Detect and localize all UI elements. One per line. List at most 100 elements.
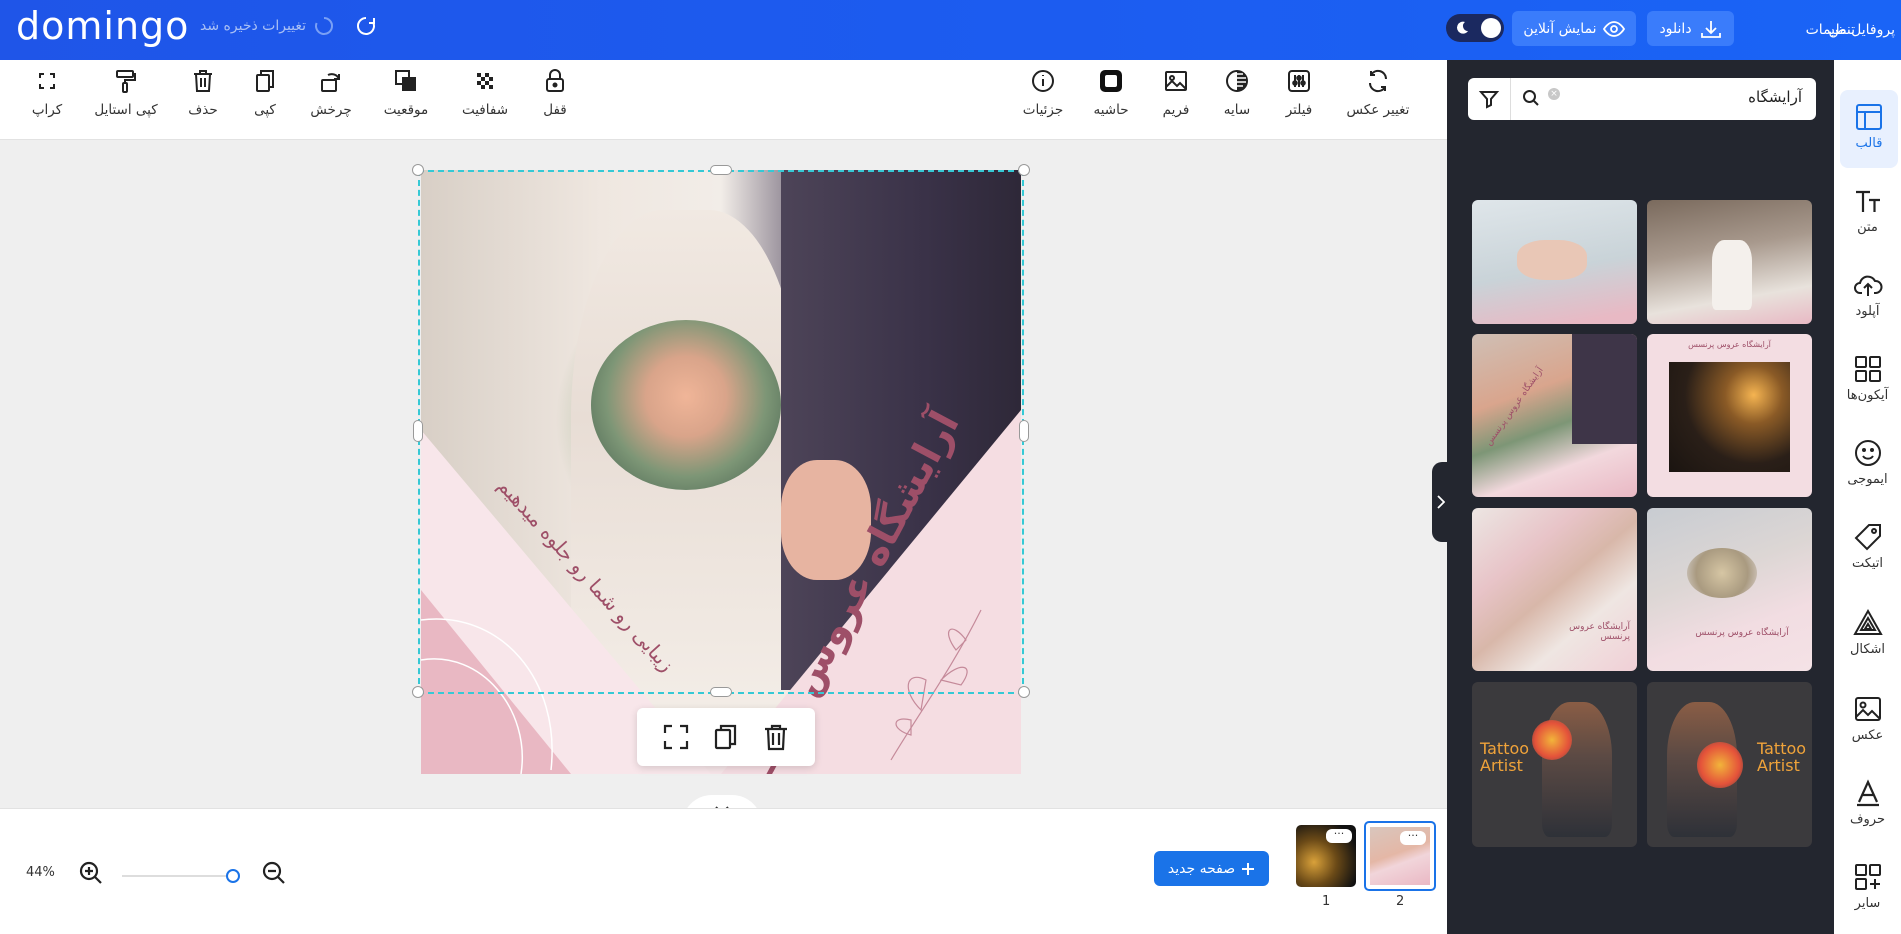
resize-handle-left[interactable]: [413, 420, 423, 442]
copy-icon[interactable]: [711, 722, 741, 752]
template-card[interactable]: آرایشگاه عروس پرنسس: [1647, 334, 1812, 497]
more-icon[interactable]: ···: [1400, 830, 1426, 845]
template-title: آرایشگاه عروس پرنسس: [1695, 628, 1789, 638]
search-divider: [1510, 78, 1511, 120]
tool-label: فریم: [1162, 102, 1190, 118]
sidebar-item-shapes[interactable]: اشکال: [1834, 608, 1901, 657]
redo-icon[interactable]: [354, 14, 378, 38]
plus-icon: [1242, 862, 1255, 875]
download-label: دانلود: [1659, 20, 1692, 37]
template-icon: [1856, 104, 1882, 130]
theme-toggle[interactable]: [1446, 14, 1504, 42]
paint-roller-icon: [116, 70, 136, 93]
template-title: Tattoo Artist: [1757, 739, 1807, 775]
moon-icon: [1457, 21, 1468, 34]
template-card[interactable]: Tattoo Artist: [1647, 682, 1812, 847]
resize-handle-bl[interactable]: [412, 686, 424, 698]
template-card[interactable]: آرایشگاه عروس پرنسس: [1472, 508, 1637, 671]
sidebar-item-upload[interactable]: آپلود: [1834, 270, 1901, 319]
template-card[interactable]: [1472, 200, 1637, 324]
search-icon[interactable]: [1522, 89, 1540, 107]
more-icon[interactable]: ···: [1326, 828, 1352, 843]
sidebar-item-templates[interactable]: قالب: [1840, 90, 1898, 168]
sync-icon: [315, 17, 333, 35]
crop-icon[interactable]: [661, 722, 691, 752]
logo[interactable]: domingo: [16, 4, 189, 48]
letter-a-icon: [1856, 779, 1879, 807]
sidebar-item-label: آپلود: [1855, 304, 1880, 319]
resize-handle-bottom[interactable]: [710, 687, 732, 697]
tool-label: کپی استایل: [94, 102, 158, 118]
panel-toggle[interactable]: [1432, 462, 1450, 542]
zoom-slider-knob[interactable]: [226, 869, 240, 883]
photo-icon: [1854, 697, 1881, 721]
template-title: Tattoo Artist: [1480, 739, 1530, 775]
tool-opacity[interactable]: شفافیت: [445, 68, 525, 118]
tool-rotate[interactable]: چرخش: [291, 68, 371, 118]
tool-label: چرخش: [310, 102, 352, 118]
contrast-icon: [1226, 70, 1248, 92]
sidebar-item-fonts[interactable]: حروف: [1834, 778, 1901, 827]
grid-icon: [1854, 356, 1881, 382]
template-title: آرایشگاه عروس پرنسس: [1688, 340, 1771, 349]
tool-label: کراپ: [31, 102, 63, 118]
template-card[interactable]: Tattoo Artist: [1472, 682, 1637, 847]
sidebar-item-label: حروف: [1850, 812, 1885, 827]
layers-icon: [395, 70, 416, 91]
filter-icon[interactable]: [1478, 88, 1500, 110]
sidebar-item-text[interactable]: متن: [1834, 186, 1901, 235]
tool-label: کپی: [254, 102, 276, 118]
preview-online-button[interactable]: نمایش آنلاین: [1512, 11, 1636, 46]
tool-filter[interactable]: فیلتر: [1259, 68, 1339, 118]
shapes-icon: [1852, 608, 1883, 635]
tool-label: قفل: [543, 102, 567, 118]
template-card[interactable]: آرایشگاه عروس پرنسس: [1647, 508, 1812, 671]
tool-label: حاشیه: [1093, 102, 1129, 118]
sidebar-item-stickers[interactable]: اتیکت: [1834, 522, 1901, 571]
resize-handle-tr[interactable]: [1018, 164, 1030, 176]
sidebar-item-more[interactable]: سایر: [1834, 862, 1901, 911]
rings-illustration: [1687, 548, 1757, 598]
tool-copy-style[interactable]: کپی استایل: [86, 68, 166, 118]
tool-crop[interactable]: کراپ: [7, 68, 87, 118]
resize-handle-br[interactable]: [1018, 686, 1030, 698]
template-card[interactable]: آرایشگاه عروس پرنسس: [1472, 334, 1637, 497]
zoom-in-icon[interactable]: [78, 860, 104, 886]
new-page-button[interactable]: صفحه جدید: [1154, 851, 1269, 886]
template-card[interactable]: [1647, 200, 1812, 324]
template-search[interactable]: آرایشگاه ×: [1468, 78, 1816, 120]
checkerboard-icon: [477, 73, 493, 89]
zoom-slider-track[interactable]: [122, 875, 234, 877]
tool-lock[interactable]: قفل: [515, 68, 595, 118]
toolbar: کراپ کپی استایل حذف کپی چرخش موقعیت شفاف…: [0, 60, 1447, 140]
sidebar-item-icons[interactable]: آیکون‌ها: [1834, 354, 1901, 403]
zoom-out-icon[interactable]: [261, 860, 287, 886]
clear-search-icon[interactable]: ×: [1548, 88, 1560, 100]
trash-icon[interactable]: [761, 722, 791, 752]
sidebar-item-emoji[interactable]: ایموجی: [1834, 438, 1901, 487]
nav-profile[interactable]: پروفایل من: [1829, 22, 1895, 38]
sidebar-item-label: سایر: [1854, 896, 1881, 911]
page-thumbnail-2[interactable]: ···: [1364, 821, 1436, 891]
resize-handle-top[interactable]: [710, 165, 732, 175]
resize-handle-tl[interactable]: [412, 164, 424, 176]
sidebar-item-label: قالب: [1855, 136, 1883, 151]
resize-handle-right[interactable]: [1019, 420, 1029, 442]
upload-cloud-icon: [1853, 275, 1882, 296]
search-query[interactable]: آرایشگاه: [1748, 88, 1802, 106]
sidebar-item-photos[interactable]: عکس: [1834, 694, 1901, 743]
new-page-label: صفحه جدید: [1167, 860, 1236, 877]
page-thumbnail-1[interactable]: ···: [1296, 825, 1356, 887]
zoom-level: 44%: [26, 865, 55, 880]
template-title: آرایشگاه عروس پرنسس: [1484, 365, 1546, 448]
tool-position[interactable]: موقعیت: [366, 68, 446, 118]
sidebar-item-label: ایموجی: [1847, 472, 1888, 487]
image-frame-icon: [1165, 71, 1187, 91]
download-button[interactable]: دانلود: [1647, 11, 1734, 46]
tool-change-photo[interactable]: تغییر عکس: [1338, 68, 1418, 118]
lock-icon: [546, 69, 564, 92]
tool-label: جزئیات: [1022, 102, 1064, 118]
page-number: 2: [1396, 894, 1405, 909]
template-title: آرایشگاه عروس پرنسس: [1569, 622, 1630, 642]
sidebar: قالب متن آپلود آیکون‌ها ایموجی اتیکت اشک…: [1834, 60, 1901, 934]
